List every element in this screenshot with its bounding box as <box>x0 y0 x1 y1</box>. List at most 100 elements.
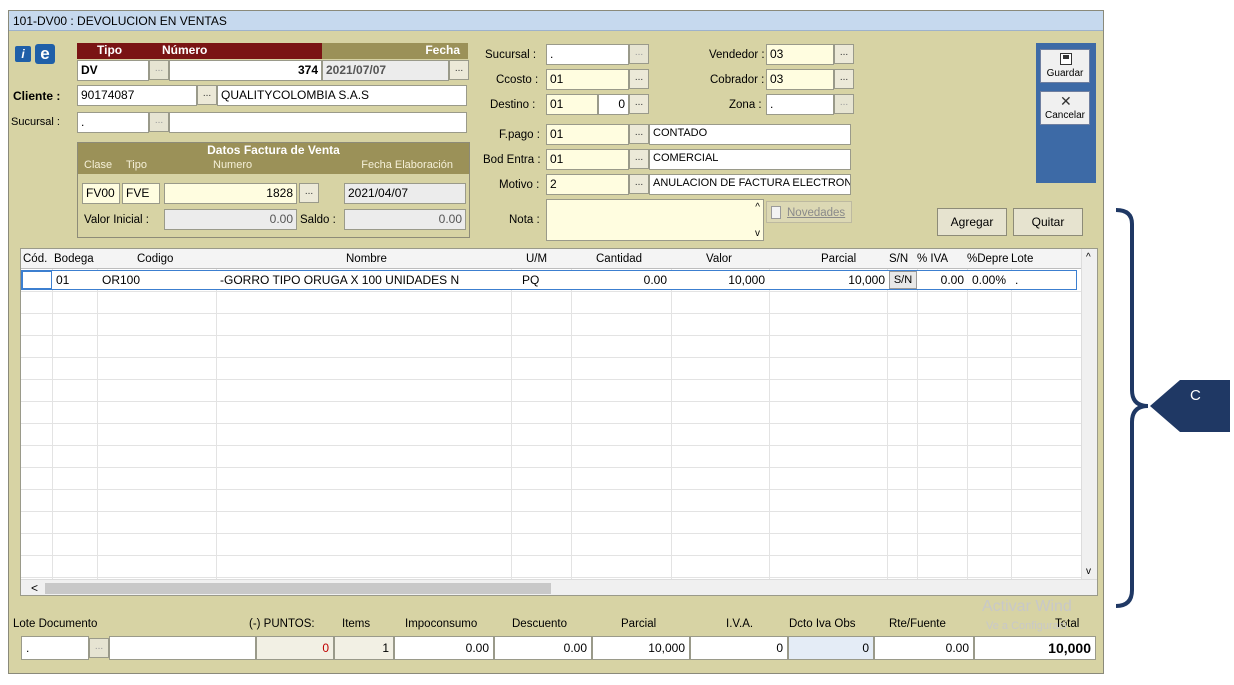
cliente-name-field[interactable]: QUALITYCOLOMBIA S.A.S <box>217 85 467 106</box>
sucursal-field[interactable]: . <box>77 112 149 133</box>
sucursal-lookup-button[interactable]: ... <box>149 112 169 132</box>
bodentra-desc-field[interactable]: COMERCIAL <box>649 149 851 170</box>
destino-num-field[interactable]: 0 <box>598 94 629 115</box>
sn-button[interactable]: S/N <box>889 271 917 289</box>
parcial-foot-label: Parcial <box>621 618 657 630</box>
motivo-field[interactable]: 2 <box>546 174 629 195</box>
numero-field[interactable]: 374 <box>169 60 322 81</box>
fecha-picker-button[interactable]: ... <box>449 60 469 80</box>
fpago-field[interactable]: 01 <box>546 124 629 145</box>
activation-watermark-line2: Ve a Configuraci <box>986 620 1067 632</box>
motivo-label: Motivo : <box>499 179 540 191</box>
lote-cell[interactable]: . <box>1015 273 1018 287</box>
destino-lookup-button[interactable]: ... <box>629 94 649 114</box>
items-grid: Cód. Bodega Codigo Nombre U/M Cantidad V… <box>20 248 1098 596</box>
vertical-scrollbar[interactable]: ^ v <box>1081 249 1097 579</box>
info-icon[interactable]: i <box>15 46 31 62</box>
dcto-iva-field[interactable]: 0 <box>788 636 874 660</box>
scroll-up-icon[interactable]: ^ <box>1086 252 1091 263</box>
codigo-cell[interactable]: OR100 <box>102 273 140 287</box>
vendedor-lookup-button[interactable]: ... <box>834 44 854 64</box>
zona-lookup-button[interactable]: ... <box>834 94 854 114</box>
factura-lookup-button[interactable]: ... <box>299 183 319 203</box>
title-bar: 101-DV00 : DEVOLUCION EN VENTAS <box>9 11 1103 31</box>
col-codigo: Codigo <box>137 253 174 265</box>
puntos-field[interactable]: 0 <box>256 636 334 660</box>
sucursal2-lookup-button[interactable]: ... <box>629 44 649 64</box>
bodentra-lookup-button[interactable]: ... <box>629 149 649 169</box>
cancelar-button[interactable]: ✕ Cancelar <box>1040 91 1090 125</box>
impoconsumo-field[interactable]: 0.00 <box>394 636 494 660</box>
total-field[interactable]: 10,000 <box>974 636 1096 660</box>
tipo-field[interactable]: DV <box>77 60 149 81</box>
cobrador-field[interactable]: 03 <box>766 69 834 90</box>
agregar-button[interactable]: Agregar <box>937 208 1007 236</box>
rte-fuente-field[interactable]: 0.00 <box>874 636 974 660</box>
lote-lookup-button[interactable]: ... <box>89 638 109 658</box>
annotation-bracket <box>1115 208 1230 608</box>
lote-desc-field[interactable] <box>109 636 256 660</box>
items-field[interactable]: 1 <box>334 636 394 660</box>
numero-label: Número <box>162 43 208 57</box>
iva-foot-label: I.V.A. <box>726 618 754 630</box>
horizontal-scrollbar[interactable]: < <box>21 579 1097 595</box>
cliente-code-field[interactable]: 90174087 <box>77 85 197 106</box>
descuento-field[interactable]: 0.00 <box>494 636 592 660</box>
clase-field[interactable]: FV00 <box>82 183 120 204</box>
bodega-cell[interactable]: 01 <box>56 273 69 287</box>
factura-tipo-field[interactable]: FVE <box>122 183 160 204</box>
cliente-lookup-button[interactable]: ... <box>197 85 217 105</box>
scroll-down-icon[interactable]: v <box>1086 566 1091 577</box>
sucursal2-field[interactable]: . <box>546 44 629 65</box>
cantidad-cell[interactable]: 0.00 <box>575 273 667 287</box>
novedades-button[interactable]: Novedades <box>766 201 852 223</box>
parcial-field[interactable]: 10,000 <box>592 636 690 660</box>
guardar-button[interactable]: Guardar <box>1040 49 1090 83</box>
scroll-thumb[interactable] <box>45 583 551 594</box>
zona-field[interactable]: . <box>766 94 834 115</box>
cod-cell[interactable] <box>22 271 52 289</box>
lote-field[interactable]: . <box>21 636 89 660</box>
nota-textarea[interactable]: ^ v <box>546 199 764 241</box>
sucursal-name-field[interactable] <box>169 112 467 133</box>
valor-cell[interactable]: 10,000 <box>675 273 765 287</box>
nota-scroll-down-icon[interactable]: v <box>755 228 760 239</box>
fecha-header: Fecha <box>322 43 468 59</box>
fecha-elaboracion-field[interactable]: 2021/04/07 <box>344 183 466 204</box>
cancelar-label: Cancelar <box>1044 110 1086 121</box>
col-nombre: Nombre <box>346 253 387 265</box>
iva-cell[interactable]: 0.00 <box>920 273 964 287</box>
nota-scroll-up-icon[interactable]: ^ <box>755 202 760 213</box>
table-row[interactable]: 01 OR100 -GORRO TIPO ORUGA X 100 UNIDADE… <box>21 270 1077 290</box>
e-icon[interactable]: e <box>35 44 55 64</box>
depre-cell[interactable]: 0.00% <box>972 273 1006 287</box>
um-cell[interactable]: PQ <box>522 273 539 287</box>
fpago-lookup-button[interactable]: ... <box>629 124 649 144</box>
vendedor-label: Vendedor : <box>709 49 765 61</box>
bodentra-field[interactable]: 01 <box>546 149 629 170</box>
quitar-button[interactable]: Quitar <box>1013 208 1083 236</box>
nombre-cell[interactable]: -GORRO TIPO ORUGA X 100 UNIDADES N <box>220 273 459 287</box>
factura-numero-field[interactable]: 1828 <box>164 183 297 204</box>
cobrador-label: Cobrador : <box>710 74 765 86</box>
vendedor-field[interactable]: 03 <box>766 44 834 65</box>
scroll-left-icon[interactable]: < <box>31 581 38 595</box>
valor-inicial-field[interactable]: 0.00 <box>164 209 297 230</box>
fecha-field[interactable]: 2021/07/07 <box>322 60 449 81</box>
cobrador-lookup-button[interactable]: ... <box>834 69 854 89</box>
tipo-lookup-button[interactable]: ... <box>149 60 169 80</box>
fpago-desc-field[interactable]: CONTADO <box>649 124 851 145</box>
col-bodega: Bodega <box>54 253 94 265</box>
motivo-lookup-button[interactable]: ... <box>629 174 649 194</box>
app-window: 101-DV00 : DEVOLUCION EN VENTAS i e Tipo… <box>8 10 1104 674</box>
iva-field[interactable]: 0 <box>690 636 788 660</box>
ccosto-field[interactable]: 01 <box>546 69 629 90</box>
parcial-cell[interactable]: 10,000 <box>773 273 885 287</box>
saldo-field[interactable]: 0.00 <box>344 209 466 230</box>
destino-field[interactable]: 01 <box>546 94 598 115</box>
tipo-label: Tipo <box>97 43 123 57</box>
ccosto-lookup-button[interactable]: ... <box>629 69 649 89</box>
col-valor: Valor <box>706 253 732 265</box>
dcto-iva-label: Dcto Iva Obs <box>789 618 856 630</box>
motivo-desc-field[interactable]: ANULACION DE FACTURA ELECTRON <box>649 174 851 195</box>
